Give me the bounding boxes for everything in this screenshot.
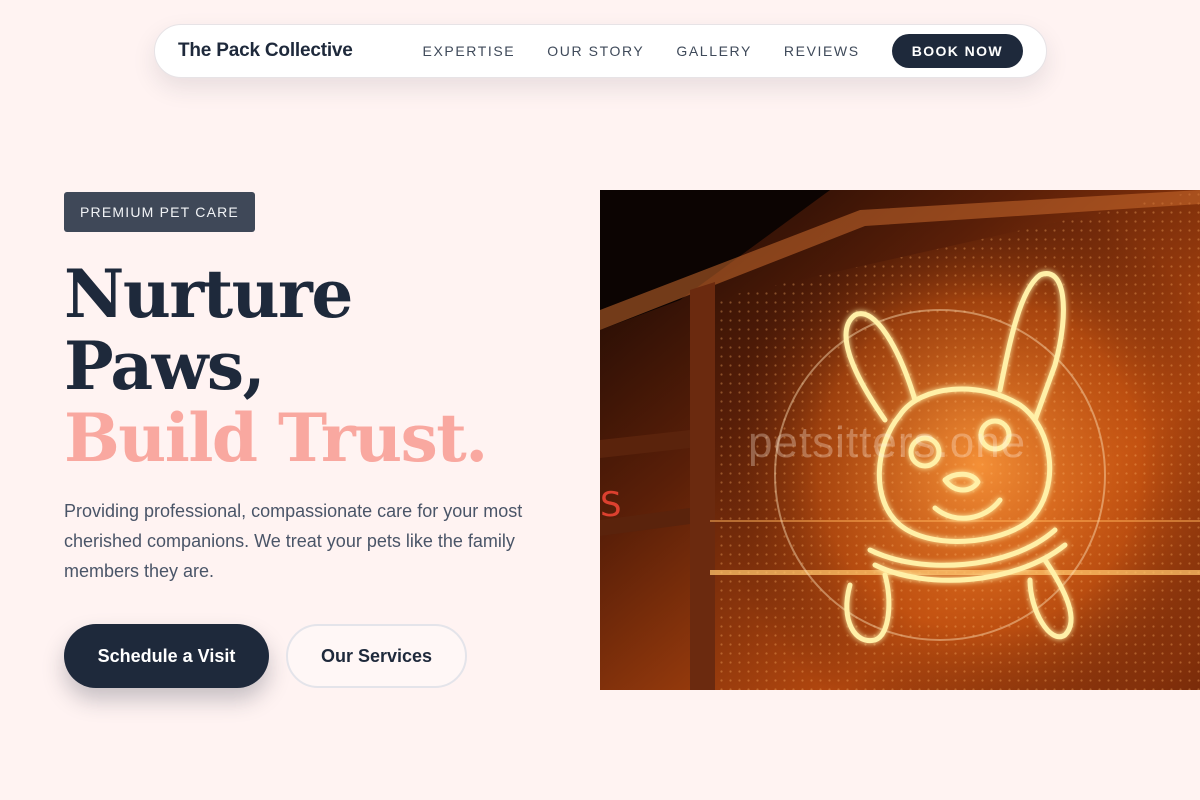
nav-link-our-story[interactable]: OUR STORY bbox=[547, 43, 644, 59]
top-navigation: The Pack Collective EXPERTISE OUR STORY … bbox=[154, 24, 1047, 78]
nav-link-gallery[interactable]: GALLERY bbox=[676, 43, 752, 59]
headline-line-2: Paws, bbox=[64, 327, 266, 405]
book-now-button[interactable]: BOOK NOW bbox=[891, 34, 1023, 68]
image-watermark: petsitters.one bbox=[748, 418, 1027, 467]
hero-description: Providing professional, compassionate ca… bbox=[64, 501, 523, 581]
brand-logo[interactable]: The Pack Collective bbox=[178, 40, 353, 62]
premium-badge: PREMIUM PET CARE bbox=[64, 192, 255, 232]
our-services-button[interactable]: Our Services bbox=[286, 624, 467, 688]
headline-accent: Build Trust. bbox=[64, 399, 488, 477]
headline-line-1: Nurture bbox=[64, 255, 353, 333]
nav-links: EXPERTISE OUR STORY GALLERY REVIEWS BOOK… bbox=[423, 34, 1023, 68]
nav-link-expertise[interactable]: EXPERTISE bbox=[423, 43, 516, 59]
svg-text:S: S bbox=[600, 485, 622, 525]
schedule-visit-button[interactable]: Schedule a Visit bbox=[64, 624, 269, 688]
nav-link-reviews[interactable]: REVIEWS bbox=[784, 43, 860, 59]
hero-image: S petsitters.one bbox=[600, 190, 1200, 690]
hero-headline: Nurture Paws, Build Trust. bbox=[64, 255, 488, 477]
